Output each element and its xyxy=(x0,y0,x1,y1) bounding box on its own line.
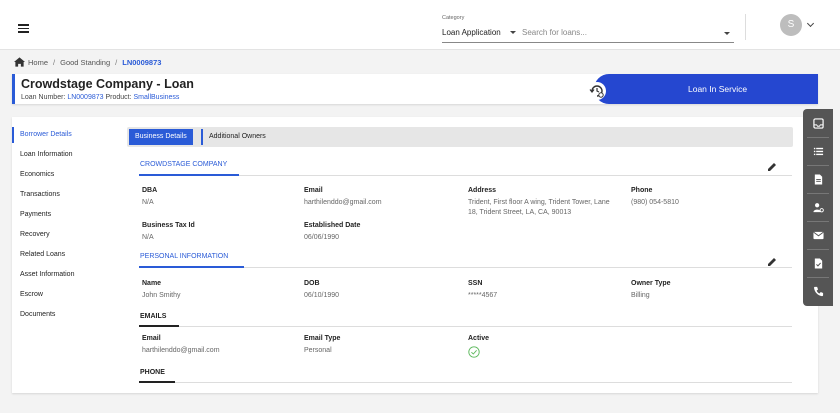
category-select[interactable]: Loan Application xyxy=(442,28,501,37)
ssn-label: SSN xyxy=(468,280,483,287)
breadcrumb-separator: / xyxy=(53,57,56,67)
sidebar-item-escrow[interactable]: Escrow xyxy=(12,287,116,303)
section-divider xyxy=(244,267,792,268)
breadcrumb-good-standing[interactable]: Good Standing xyxy=(60,58,110,67)
tax-id-label: Business Tax Id xyxy=(142,222,195,229)
user-settings-icon[interactable] xyxy=(803,194,833,220)
history-settings-icon[interactable] xyxy=(588,82,606,100)
edit-icon[interactable] xyxy=(767,162,777,172)
section-title-business: CROWDSTAGE COMPANY xyxy=(140,161,228,168)
active-label: Active xyxy=(468,335,490,342)
emails-email-value: harthilenddo@gmail.com xyxy=(142,347,220,354)
section-title-personal: PERSONAL INFORMATION xyxy=(140,253,229,260)
avatar[interactable]: S xyxy=(780,14,802,36)
name-label: Name xyxy=(142,280,162,287)
file-check-icon[interactable] xyxy=(803,250,833,276)
sidebar-item-related-loans[interactable]: Related Loans xyxy=(12,247,116,263)
header-accent xyxy=(12,74,15,104)
owner-type-label: Owner Type xyxy=(631,280,671,287)
phone-icon[interactable] xyxy=(803,278,833,304)
loan-status-text: Loan In Service xyxy=(688,84,748,94)
loan-number-link[interactable]: LN0009873 xyxy=(67,94,103,101)
subsection-underline xyxy=(139,381,175,383)
loan-status-badge: Loan In Service xyxy=(594,74,818,104)
tab-business-details[interactable]: Business Details xyxy=(129,129,193,145)
sidebar-item-borrower-details[interactable]: Borrower Details xyxy=(12,127,116,143)
sidebar-item-recovery[interactable]: Recovery xyxy=(12,227,116,243)
section-divider xyxy=(175,382,792,383)
chevron-down-icon[interactable] xyxy=(724,32,730,35)
loan-subtitle: Loan Number: LN0009873 Product: SmallBus… xyxy=(21,94,179,101)
check-circle-icon xyxy=(468,346,480,358)
phone-label: Phone xyxy=(631,187,653,194)
subsection-title-emails: EMAILS xyxy=(140,313,167,320)
breadcrumb-current: LN0009873 xyxy=(122,57,162,67)
chevron-down-icon[interactable] xyxy=(510,31,516,34)
established-date-value: 06/06/1990 xyxy=(304,234,340,241)
email-type-value: Personal xyxy=(304,347,332,354)
section-divider xyxy=(239,175,792,176)
sidebar-item-transactions[interactable]: Transactions xyxy=(12,187,116,203)
top-bar: Category Loan Application Search for loa… xyxy=(0,0,840,50)
emails-email-label: Email xyxy=(142,335,161,342)
email-value: harthilenddo@gmail.com xyxy=(304,199,382,206)
subsection-title-phone: PHONE xyxy=(140,369,165,376)
address-line-1: Trident, First floor A wing, Trident Tow… xyxy=(468,199,610,206)
list-icon[interactable] xyxy=(803,138,833,164)
address-label: Address xyxy=(468,187,497,194)
address-value: Trident, First floor A wing, Trident Tow… xyxy=(468,198,628,218)
home-icon[interactable] xyxy=(14,57,25,67)
edit-icon[interactable] xyxy=(767,257,777,267)
mail-icon[interactable] xyxy=(803,222,833,248)
section-underline xyxy=(139,266,244,268)
address-line-2: 18, Trident Street, LA, CA, 90013 xyxy=(468,209,572,216)
category-search-field[interactable]: Category Loan Application Search for loa… xyxy=(442,15,734,43)
section-underline xyxy=(139,174,239,176)
established-date-label: Established Date xyxy=(304,222,361,229)
sidebar-item-asset-information[interactable]: Asset Information xyxy=(12,267,116,283)
section-divider xyxy=(179,326,792,327)
loan-number-label: Loan Number: xyxy=(21,94,66,101)
email-type-label: Email Type xyxy=(304,335,341,342)
dba-value: N/A xyxy=(142,199,154,206)
menu-icon[interactable] xyxy=(18,24,29,33)
document-icon[interactable] xyxy=(803,166,833,192)
product-label: Product: xyxy=(105,94,132,101)
main-panel: Borrower Details Loan Information Econom… xyxy=(12,117,818,393)
name-value: John Smithy xyxy=(142,292,181,299)
inbox-icon[interactable] xyxy=(803,110,833,136)
page-title: Crowdstage Company - Loan xyxy=(21,77,194,91)
subsection-underline xyxy=(139,325,179,327)
sidebar-item-payments[interactable]: Payments xyxy=(12,207,116,223)
product-link[interactable]: SmallBusiness xyxy=(134,94,180,101)
loan-header: Crowdstage Company - Loan Loan Number: L… xyxy=(12,74,818,104)
sidebar-item-documents[interactable]: Documents xyxy=(12,307,116,323)
owner-type-value: Billing xyxy=(631,292,650,299)
dba-label: DBA xyxy=(142,187,158,194)
divider xyxy=(745,14,746,40)
sidebar-item-loan-information[interactable]: Loan Information xyxy=(12,147,116,163)
tax-id-value: N/A xyxy=(142,234,154,241)
sidebar-item-economics[interactable]: Economics xyxy=(12,167,116,183)
ssn-value: *****4567 xyxy=(468,292,498,299)
breadcrumb-separator: / xyxy=(115,57,118,67)
phone-value: (980) 054-5810 xyxy=(631,199,679,206)
tab-bar: Business Details Additional Owners xyxy=(127,127,793,147)
email-label: Email xyxy=(304,187,323,194)
breadcrumb: Home / Good Standing / LN0009873 xyxy=(14,57,161,67)
quick-actions-toolbar xyxy=(803,109,833,306)
dob-label: DOB xyxy=(304,280,320,287)
search-input[interactable]: Search for loans... xyxy=(522,28,587,37)
chevron-down-icon[interactable] xyxy=(806,19,815,28)
category-label: Category xyxy=(442,15,465,21)
dob-value: 06/10/1990 xyxy=(304,292,340,299)
breadcrumb-home[interactable]: Home xyxy=(28,58,48,67)
tab-additional-owners[interactable]: Additional Owners xyxy=(201,129,272,145)
